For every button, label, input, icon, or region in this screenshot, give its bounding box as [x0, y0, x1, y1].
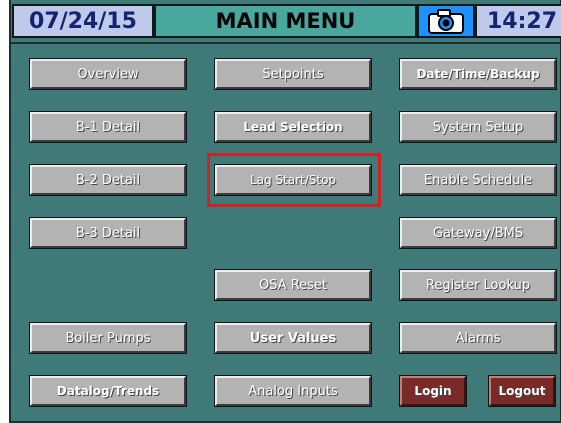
time-display: 14:27 [475, 4, 561, 38]
analog-inputs-button[interactable]: Analog Inputs [215, 376, 371, 406]
page-title: MAIN MENU [154, 4, 417, 38]
system-setup-button[interactable]: System Setup [400, 112, 556, 142]
boiler-pumps-button[interactable]: Boiler Pumps [30, 323, 186, 353]
b3-detail-button[interactable]: B-3 Detail [30, 218, 186, 248]
camera-button[interactable] [417, 4, 475, 38]
lead-selection-button[interactable]: Lead Selection [215, 112, 371, 142]
osa-reset-button[interactable]: OSA Reset [215, 270, 371, 300]
b1-detail-button[interactable]: B-1 Detail [30, 112, 186, 142]
logout-button[interactable]: Logout [489, 376, 555, 406]
overview-button[interactable]: Overview [30, 59, 186, 89]
header-bar: 07/24/15 MAIN MENU 14:27 [11, 0, 561, 44]
register-lookup-button[interactable]: Register Lookup [400, 270, 556, 300]
date-time-backup-button[interactable]: Date/Time/Backup [400, 59, 556, 89]
b2-detail-button[interactable]: B-2 Detail [30, 165, 186, 195]
lag-start-stop-button[interactable]: Lag Start/Stop [215, 165, 371, 195]
login-button[interactable]: Login [400, 376, 466, 406]
datalog-trends-button[interactable]: Datalog/Trends [30, 376, 186, 406]
camera-icon [428, 9, 464, 34]
hmi-panel: 07/24/15 MAIN MENU 14:27 Overview B-1 De… [9, 0, 561, 423]
setpoints-button[interactable]: Setpoints [215, 59, 371, 89]
alarms-button[interactable]: Alarms [400, 323, 556, 353]
user-values-button[interactable]: User Values [215, 323, 371, 353]
date-display: 07/24/15 [12, 4, 154, 38]
enable-schedule-button[interactable]: Enable Schedule [400, 165, 556, 195]
gateway-bms-button[interactable]: Gateway/BMS [400, 218, 556, 248]
